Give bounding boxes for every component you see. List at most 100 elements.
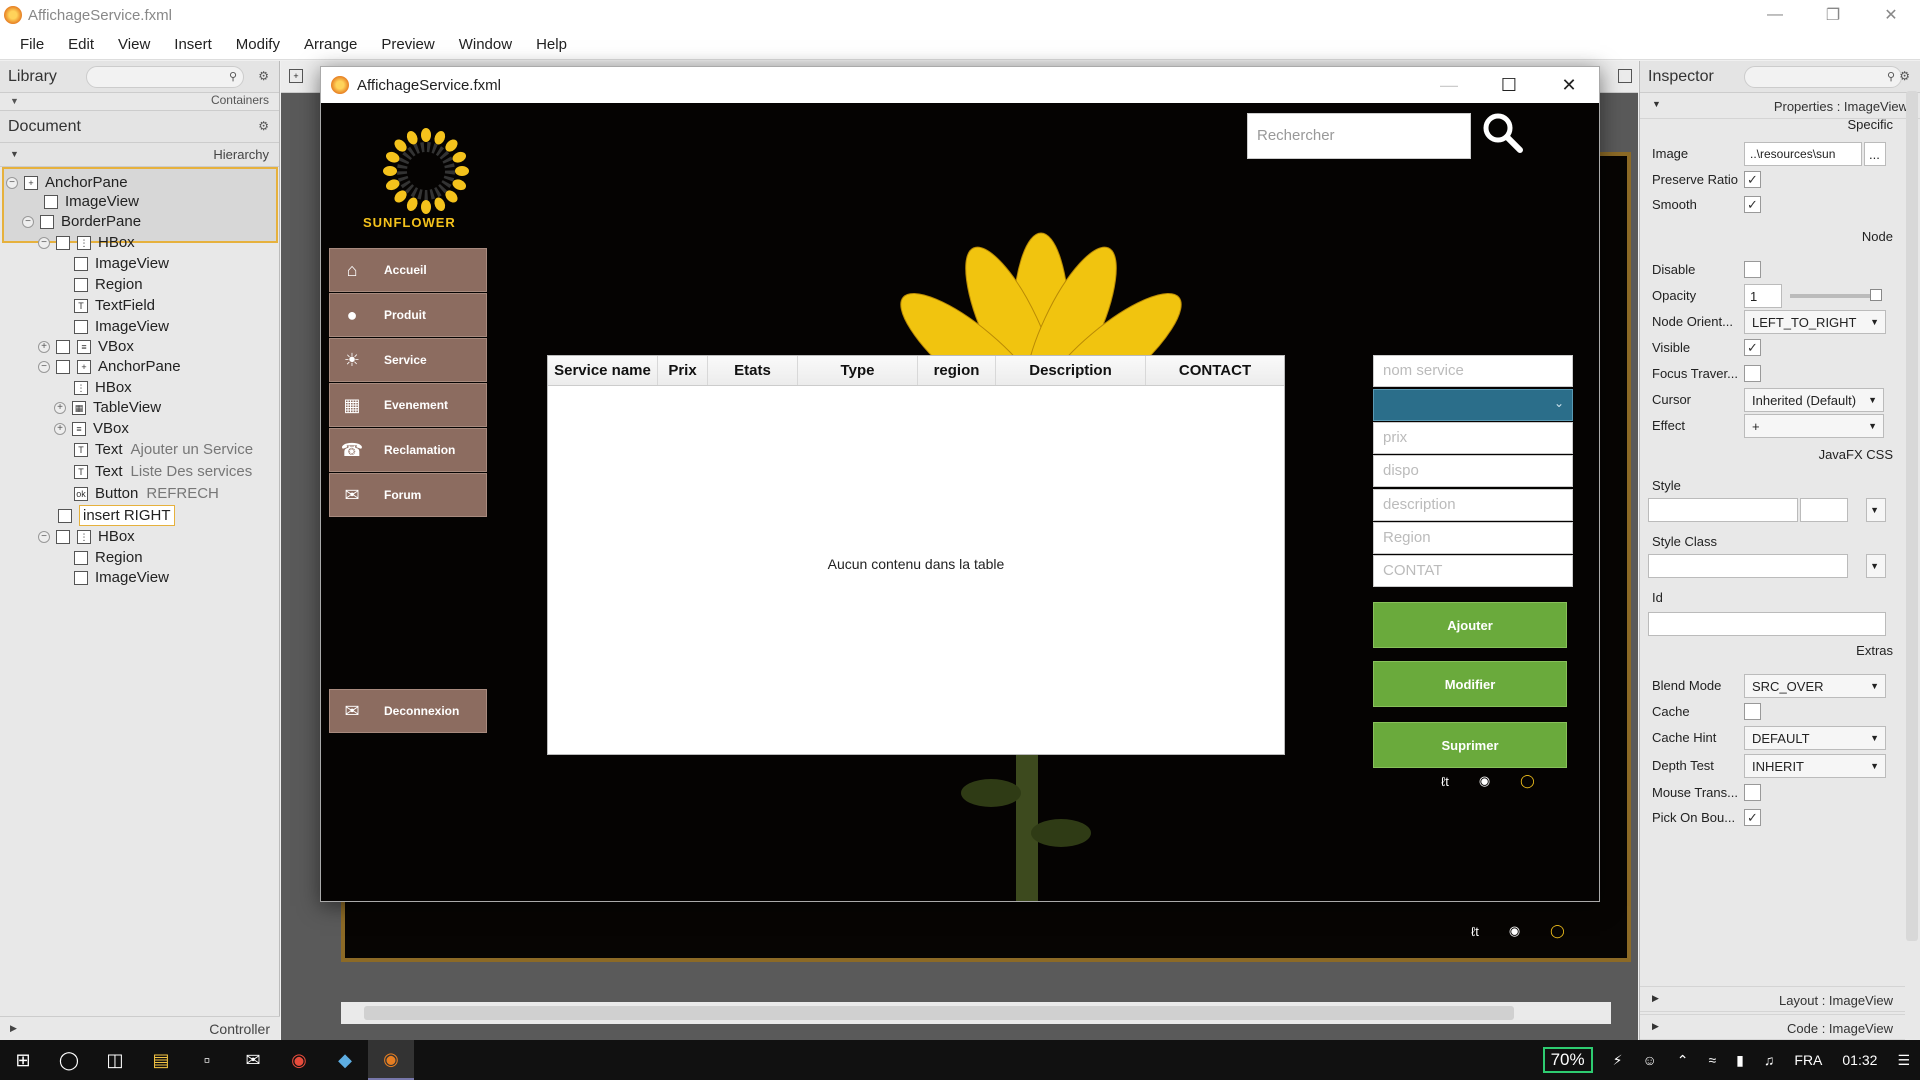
gear-icon[interactable]: ⚙ xyxy=(258,119,269,133)
controller-bar[interactable]: ▶ Controller xyxy=(0,1016,280,1040)
nav-service-button[interactable]: ☀ Service xyxy=(329,338,487,382)
dispo-field[interactable]: dispo xyxy=(1373,455,1573,487)
clock[interactable]: 01:32 xyxy=(1832,1052,1887,1068)
effect-select[interactable]: + ▼ xyxy=(1744,414,1884,438)
column-etats[interactable]: Etats xyxy=(708,356,798,385)
id-input[interactable] xyxy=(1648,612,1886,636)
volume-icon[interactable]: ♫ xyxy=(1754,1052,1785,1068)
preserve-ratio-checkbox[interactable]: ✓ xyxy=(1744,171,1761,188)
minimize-icon[interactable]: — xyxy=(1746,0,1804,30)
plug-icon[interactable]: ⚡ xyxy=(1603,1052,1633,1069)
region-field[interactable]: Region xyxy=(1373,522,1573,554)
opacity-slider-thumb[interactable] xyxy=(1870,289,1882,301)
nav-forum-button[interactable]: ✉ Forum xyxy=(329,473,487,517)
menu-edit[interactable]: Edit xyxy=(56,36,106,53)
app-cube-icon[interactable]: ◆ xyxy=(322,1040,368,1080)
supprimer-button[interactable]: Suprimer xyxy=(1373,722,1567,768)
tree-item-imageview[interactable]: ImageView xyxy=(74,565,169,590)
menu-modify[interactable]: Modify xyxy=(224,36,292,53)
nav-reclamation-button[interactable]: ☎ Reclamation xyxy=(329,428,487,472)
code-header[interactable]: ▶ Code : ImageView xyxy=(1640,1014,1905,1040)
image-path-input[interactable]: ..\resources\sun xyxy=(1744,142,1862,166)
wifi-icon[interactable]: ≈ xyxy=(1698,1052,1726,1068)
gear-icon[interactable]: ⚙ xyxy=(258,69,269,83)
search-input[interactable]: Rechercher xyxy=(1247,113,1471,159)
battery-icon[interactable]: ▮ xyxy=(1726,1052,1754,1069)
close-icon[interactable]: ✕ xyxy=(1539,67,1599,103)
collapse-icon[interactable]: − xyxy=(22,215,34,228)
column-description[interactable]: Description xyxy=(996,356,1146,385)
people-icon[interactable]: ☺ xyxy=(1632,1052,1666,1068)
scene-builder-taskbar-icon[interactable]: ◉ xyxy=(368,1040,414,1080)
smooth-checkbox[interactable]: ✓ xyxy=(1744,196,1761,213)
modifier-button[interactable]: Modifier xyxy=(1373,661,1567,707)
style-value-input[interactable] xyxy=(1800,498,1848,522)
task-view-icon[interactable]: ◫ xyxy=(92,1040,138,1080)
mail-icon[interactable]: ✉ xyxy=(230,1040,276,1080)
horizontal-scrollbar-thumb[interactable] xyxy=(364,1006,1514,1020)
hierarchy-bar[interactable]: ▼ Hierarchy xyxy=(0,143,279,167)
menu-preview[interactable]: Preview xyxy=(369,36,446,53)
contact-field[interactable]: CONTAT xyxy=(1373,555,1573,587)
opacity-input[interactable]: 1 xyxy=(1744,284,1782,308)
gear-icon[interactable]: ⚙ xyxy=(1899,69,1910,83)
node-orientation-select[interactable]: LEFT_TO_RIGHT ▼ xyxy=(1744,310,1886,334)
services-table[interactable]: Service name Prix Etats Type region Desc… xyxy=(547,355,1285,755)
menu-window[interactable]: Window xyxy=(447,36,524,53)
language-indicator[interactable]: FRA xyxy=(1784,1052,1832,1068)
focus-traversable-checkbox[interactable] xyxy=(1744,365,1761,382)
store-icon[interactable]: ▫ xyxy=(184,1040,230,1080)
disable-checkbox[interactable] xyxy=(1744,261,1761,278)
expand-icon[interactable]: + xyxy=(54,422,66,435)
restore-icon[interactable]: ❐ xyxy=(1804,0,1862,30)
menu-arrange[interactable]: Arrange xyxy=(292,36,369,53)
search-icon[interactable] xyxy=(1481,111,1525,155)
collapse-icon[interactable]: − xyxy=(6,176,18,189)
logout-button[interactable]: ✉ Deconnexion xyxy=(329,689,487,733)
inspector-search-input[interactable]: ⚲ xyxy=(1744,66,1902,88)
menu-help[interactable]: Help xyxy=(524,36,579,53)
library-search-input[interactable]: ⚲ xyxy=(86,66,244,88)
browse-button[interactable]: ... xyxy=(1864,142,1886,166)
depth-test-select[interactable]: INHERIT ▼ xyxy=(1744,754,1886,778)
opacity-slider[interactable] xyxy=(1790,294,1876,298)
blend-mode-select[interactable]: SRC_OVER ▼ xyxy=(1744,674,1886,698)
collapse-icon[interactable]: − xyxy=(38,360,50,373)
description-field[interactable]: description xyxy=(1373,489,1573,521)
style-menu[interactable]: ▼ xyxy=(1866,498,1886,522)
column-prix[interactable]: Prix xyxy=(658,356,708,385)
column-contact[interactable]: CONTACT xyxy=(1146,356,1284,385)
pick-on-bounds-checkbox[interactable]: ✓ xyxy=(1744,809,1761,826)
ajouter-button[interactable]: Ajouter xyxy=(1373,602,1567,648)
cache-checkbox[interactable] xyxy=(1744,703,1761,720)
document-icon[interactable] xyxy=(1618,69,1632,83)
windows-start-icon[interactable]: ⊞ xyxy=(0,1040,46,1080)
file-explorer-icon[interactable]: ▤ xyxy=(138,1040,184,1080)
visible-checkbox[interactable]: ✓ xyxy=(1744,339,1761,356)
collapse-icon[interactable]: − xyxy=(38,236,50,249)
layout-header[interactable]: ▶ Layout : ImageView xyxy=(1640,986,1905,1012)
close-icon[interactable]: ✕ xyxy=(1862,0,1920,30)
mouse-transparent-checkbox[interactable] xyxy=(1744,784,1761,801)
inspector-scrollbar[interactable] xyxy=(1906,91,1918,941)
nav-accueil-button[interactable]: ⌂ Accueil xyxy=(329,248,487,292)
menu-insert[interactable]: Insert xyxy=(162,36,224,53)
cursor-select[interactable]: Inherited (Default) ▼ xyxy=(1744,388,1884,412)
search-circle-icon[interactable]: ◯ xyxy=(46,1040,92,1080)
minimize-icon[interactable]: — xyxy=(1419,67,1479,103)
nom-service-field[interactable]: nom service xyxy=(1373,355,1573,387)
column-service-name[interactable]: Service name xyxy=(548,356,658,385)
notifications-icon[interactable]: ☰ xyxy=(1887,1052,1920,1069)
anchorpane-icon[interactable]: + xyxy=(289,69,303,83)
column-region[interactable]: region xyxy=(918,356,996,385)
prix-field[interactable]: prix xyxy=(1373,422,1573,454)
chrome-icon[interactable]: ◉ xyxy=(276,1040,322,1080)
menu-view[interactable]: View xyxy=(106,36,162,53)
nav-evenement-button[interactable]: ▦ Evenement xyxy=(329,383,487,427)
column-type[interactable]: Type xyxy=(798,356,918,385)
style-class-input[interactable] xyxy=(1648,554,1848,578)
type-combo[interactable]: ⌄ xyxy=(1373,389,1573,421)
menu-file[interactable]: File xyxy=(8,36,56,53)
style-input[interactable] xyxy=(1648,498,1798,522)
chevron-up-icon[interactable]: ⌃ xyxy=(1667,1052,1699,1069)
